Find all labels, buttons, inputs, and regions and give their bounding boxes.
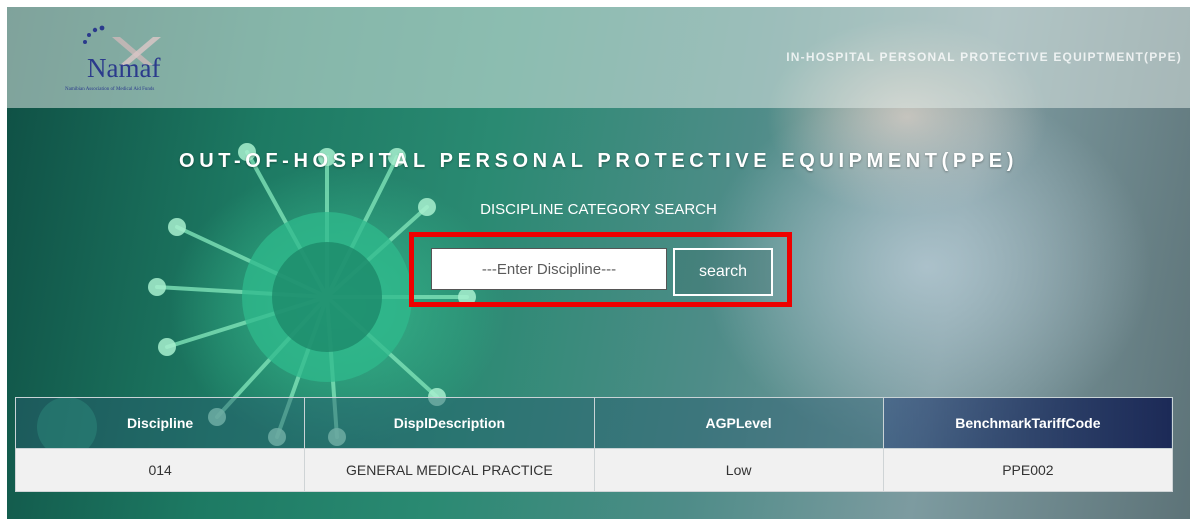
nav-in-hospital-ppe-link[interactable]: IN-HOSPITAL PERSONAL PROTECTIVE EQUIPTME… [786,50,1182,64]
cell-tariff-code: PPE002 [882,448,1174,492]
search-section-title: DISCIPLINE CATEGORY SEARCH [480,201,717,218]
table-row[interactable]: 014 GENERAL MEDICAL PRACTICE Low PPE002 [14,448,1174,492]
discipline-search-input[interactable] [431,248,667,290]
cell-agp-level: Low [593,448,884,492]
column-header-discipline[interactable]: Discipline [14,397,306,449]
top-bar: Namaf Namibian Association of Medical Ai… [7,7,1190,108]
column-header-agp-level[interactable]: AGPLevel [593,397,884,449]
column-header-description[interactable]: DisplDescription [304,397,595,449]
namaf-logo[interactable]: Namaf Namibian Association of Medical Ai… [65,19,190,99]
column-header-tariff-code[interactable]: BenchmarkTariffCode [882,397,1174,449]
search-button[interactable]: search [673,248,773,296]
cell-description: GENERAL MEDICAL PRACTICE [304,448,595,492]
results-table: Discipline DisplDescription AGPLevel Ben… [14,397,1174,492]
page-title: OUT-OF-HOSPITAL PERSONAL PROTECTIVE EQUI… [179,150,1018,172]
table-header-row: Discipline DisplDescription AGPLevel Ben… [14,397,1174,449]
logo-wordmark: Namaf [87,53,161,83]
logo-subtitle: Namibian Association of Medical Aid Fund… [65,87,155,92]
cell-discipline: 014 [14,448,306,492]
